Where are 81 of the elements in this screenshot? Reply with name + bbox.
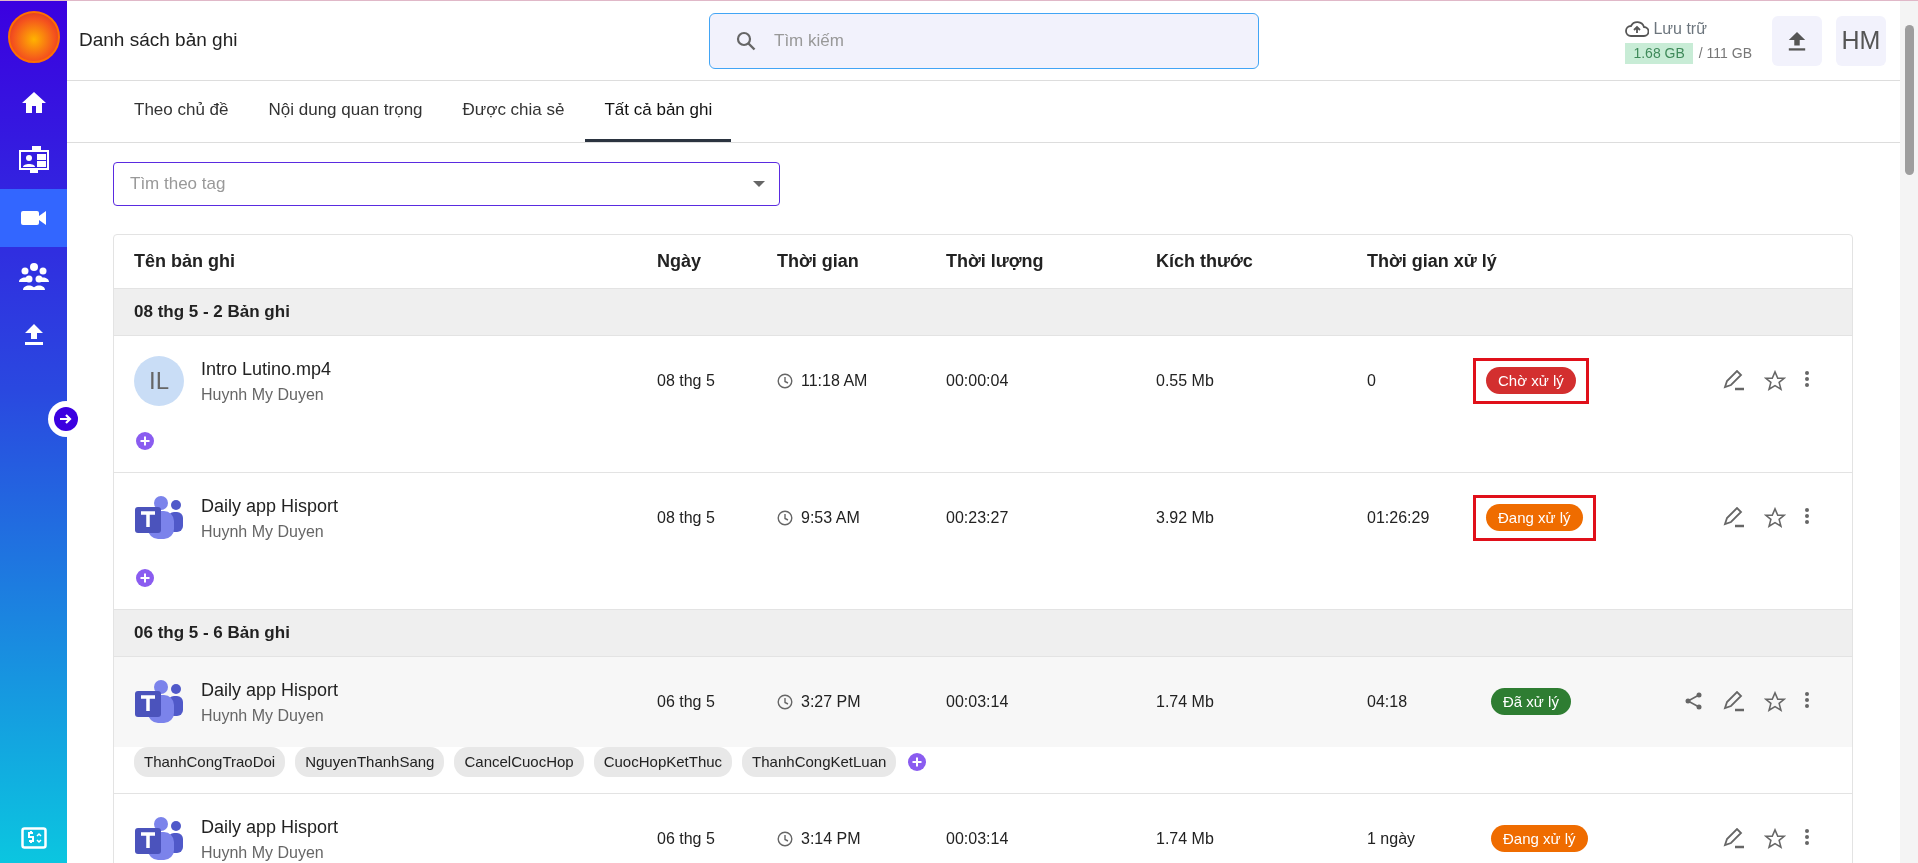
video-conference-icon: [17, 145, 50, 175]
status-badge: Chờ xử lý: [1486, 367, 1576, 394]
user-avatar[interactable]: HM: [1836, 15, 1886, 66]
recording-author: Huynh My Duyen: [201, 705, 325, 726]
table-cell-text: 00:23:27: [946, 508, 1010, 528]
tab[interactable]: Nội dung quan trọng: [249, 81, 442, 142]
table-cell-text: 06 thg 5: [657, 829, 716, 849]
recording-author: Huynh My Duyen: [201, 521, 325, 542]
tab[interactable]: Theo chủ đề: [115, 81, 248, 142]
clock-icon: [777, 373, 793, 389]
group-header: 08 thg 5 - 2 Bản ghi: [114, 288, 1852, 335]
star-icon[interactable]: [1762, 505, 1788, 531]
video-camera-icon: [20, 209, 47, 227]
table-cell-text: 3:27 PM: [801, 692, 861, 712]
tag-chip: NguyenThanhSang: [295, 746, 445, 778]
people-group-icon: [17, 262, 50, 290]
home-icon: [20, 90, 47, 114]
upload-button[interactable]: [1772, 15, 1822, 66]
table-cell-text: 0: [1367, 371, 1377, 391]
table-cell-text: 0.55 Mb: [1156, 371, 1215, 391]
group-header: 06 thg 5 - 6 Bản ghi: [114, 609, 1852, 656]
recording-author: Huynh My Duyen: [201, 384, 325, 405]
recording-name: Daily app Hisport: [201, 815, 339, 839]
cloud-upload-icon: [1625, 20, 1650, 38]
upload-icon: [22, 323, 45, 345]
teams-logo-icon: [134, 679, 184, 725]
column-header: Thời gian: [777, 250, 860, 273]
tag-chip: CancelCuocHop: [454, 746, 584, 778]
star-icon[interactable]: [1762, 689, 1788, 715]
storage-label: Lưu trữ: [1653, 19, 1707, 39]
sidebar-item[interactable]: [0, 189, 67, 247]
recording-name: Daily app Hisport: [201, 678, 339, 702]
recording-name: Intro Lutino.mp4: [201, 357, 332, 381]
add-tag-icon[interactable]: [906, 751, 929, 773]
table-cell-text: 06 thg 5: [657, 692, 716, 712]
column-header: Ngày: [657, 250, 702, 273]
table-cell-text: 00:00:04: [946, 371, 1010, 391]
add-tag-icon[interactable]: [134, 567, 156, 589]
tag-chip: ThanhCongTraoDoi: [134, 746, 286, 778]
table-cell-text: 08 thg 5: [657, 371, 716, 391]
dropdown-caret-icon: [753, 181, 765, 187]
table-cell-text: 1.74 Mb: [1156, 829, 1215, 849]
table-cell-text: 08 thg 5: [657, 508, 716, 528]
arrow-right-icon: [59, 412, 73, 426]
upload-icon: [1787, 29, 1807, 52]
recording-name: Daily app Hisport: [201, 494, 339, 518]
status-badge: Đã xử lý: [1491, 688, 1571, 715]
tab[interactable]: Tất cả bản ghi: [585, 81, 732, 142]
storage-used: 1.68 GB: [1625, 43, 1693, 64]
status-badge: Đang xử lý: [1491, 825, 1588, 852]
tab[interactable]: Được chia sẻ: [443, 81, 584, 142]
recording-avatar: IL: [134, 356, 184, 406]
table-cell-text: 9:53 AM: [801, 508, 860, 528]
recording-author: Huynh My Duyen: [201, 842, 325, 863]
table-cell-text: 00:03:14: [946, 692, 1010, 712]
add-tag-icon[interactable]: [134, 430, 156, 452]
table-cell-text: 11:18 AM: [801, 371, 868, 391]
table-cell-text: 3:14 PM: [801, 829, 861, 849]
table-cell-text: 1 ngày: [1367, 829, 1417, 849]
table-cell-text: 04:18: [1367, 692, 1409, 712]
status-badge: Đang xử lý: [1486, 504, 1583, 531]
table-cell-text: 1.74 Mb: [1156, 692, 1215, 712]
search-icon: [736, 30, 756, 51]
star-icon[interactable]: [1762, 826, 1788, 852]
teams-logo-icon: [134, 495, 184, 541]
star-icon[interactable]: [1762, 368, 1788, 394]
clock-icon: [777, 831, 793, 847]
column-header: Kích thước: [1156, 250, 1254, 273]
table-cell-text: 00:03:14: [946, 829, 1010, 849]
teams-logo-icon: [134, 816, 184, 862]
clock-icon: [777, 694, 793, 710]
tag-chip: ThanhCongKetLuan: [742, 746, 897, 778]
column-header: Thời lượng: [946, 250, 1045, 273]
column-header: Tên bản ghi: [133, 250, 236, 273]
storage-total: / 111 GB: [1698, 44, 1752, 63]
tag-chip: CuocHopKetThuc: [593, 746, 733, 778]
table-cell-text: 3.92 Mb: [1156, 508, 1215, 528]
clock-icon: [777, 510, 793, 526]
page-title: Danh sách bản ghi: [79, 28, 239, 53]
table-cell-text: 01:26:29: [1367, 508, 1431, 528]
column-header: Thời gian xử lý: [1367, 250, 1498, 273]
